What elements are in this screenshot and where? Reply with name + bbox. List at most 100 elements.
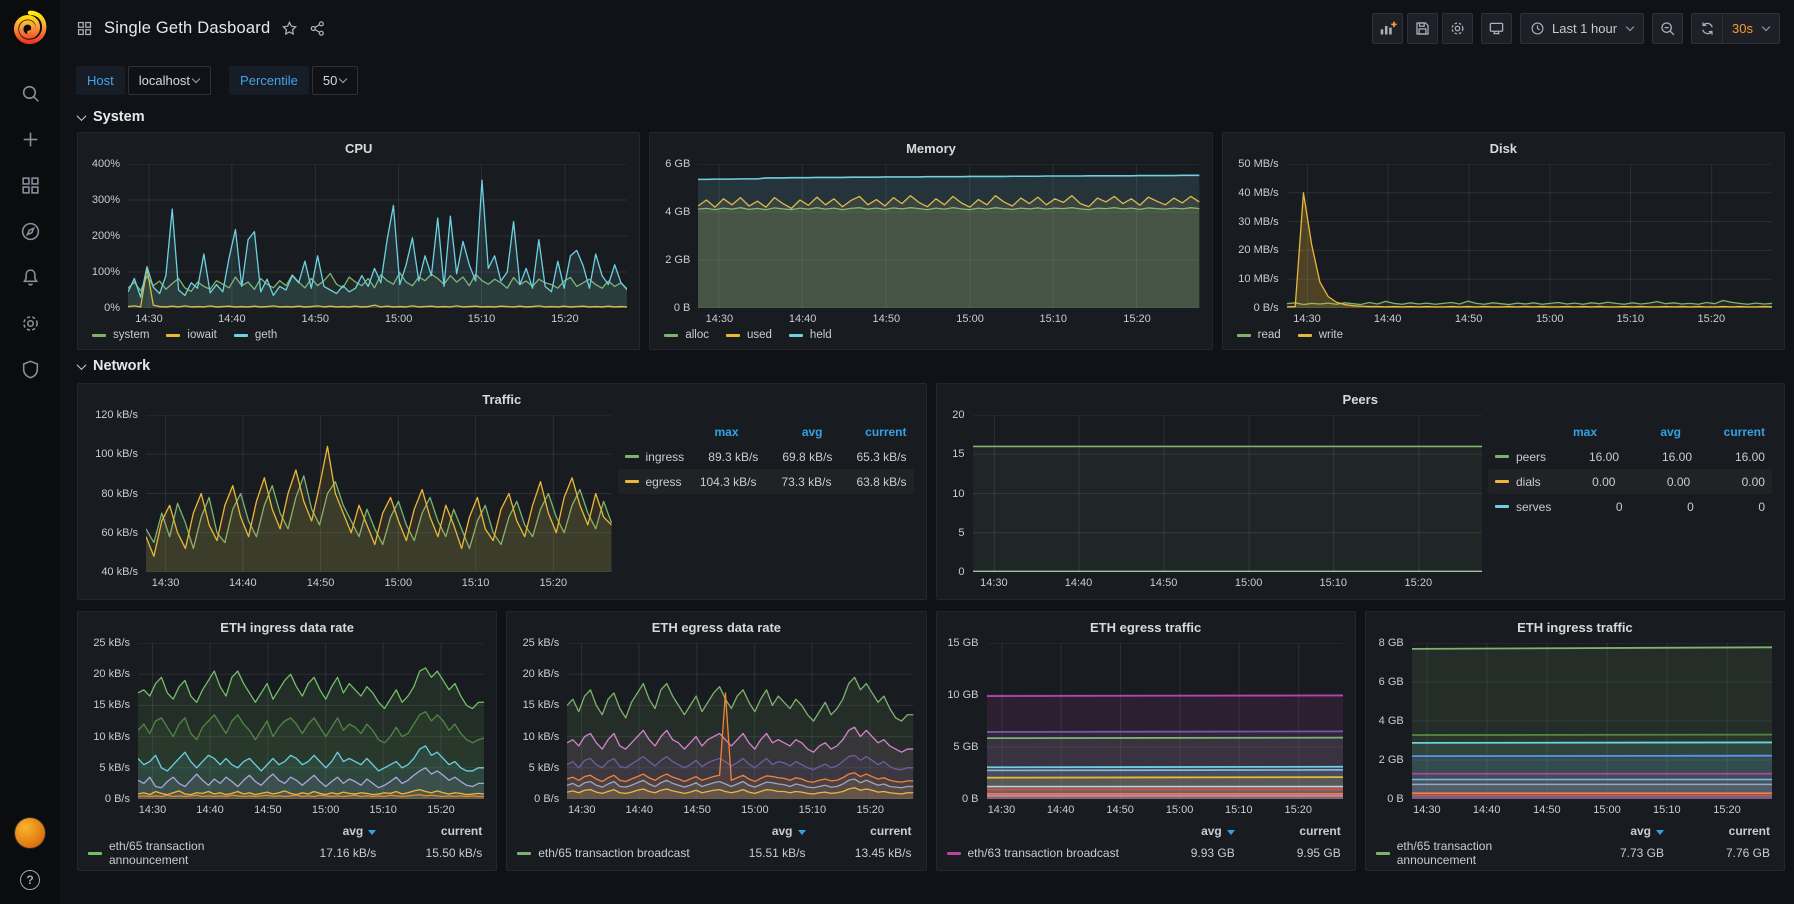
- dashboard-squares-icon[interactable]: [76, 20, 93, 37]
- legend-row: eth/63 transaction broadcast 9.93 GB 9.9…: [947, 842, 1341, 864]
- legend-header-avg[interactable]: avg: [1597, 425, 1681, 439]
- legend-item[interactable]: iowait: [166, 329, 216, 341]
- legend-item[interactable]: read: [1237, 329, 1281, 341]
- time-range-label: Last 1 hour: [1552, 21, 1617, 36]
- tv-kiosk-button[interactable]: [1481, 13, 1512, 44]
- panel-title[interactable]: CPU: [78, 133, 639, 158]
- panel-eth-egress-traffic: ETH egress traffic 0 B5 GB10 GB15 GB14:3…: [936, 611, 1356, 871]
- legend-row-serves: serves 0 0 0: [1488, 494, 1772, 519]
- refresh-interval-dropdown[interactable]: 30s: [1722, 13, 1780, 44]
- sort-caret-icon: [798, 830, 806, 835]
- chevron-down-icon: [339, 75, 347, 83]
- legend-header-current[interactable]: current: [823, 425, 907, 439]
- share-icon[interactable]: [309, 20, 326, 37]
- panel-title[interactable]: Memory: [650, 133, 1211, 158]
- refresh-button[interactable]: [1691, 13, 1722, 44]
- panel-traffic: Traffic 40 kB/s60 kB/s80 kB/s100 kB/s120…: [77, 383, 927, 600]
- legend-row-ingress: ingress 89.3 kB/s 69.8 kB/s 65.3 kB/s: [618, 444, 914, 469]
- sidebar: ?: [0, 0, 60, 904]
- zoom-out-button[interactable]: [1652, 13, 1683, 44]
- time-range-picker[interactable]: Last 1 hour: [1520, 13, 1644, 44]
- traffic-legend: max avg current ingress 89.3 kB/s 69.8 k…: [612, 415, 914, 593]
- chevron-down-icon: [1626, 22, 1634, 30]
- row-header-system[interactable]: System: [77, 101, 1785, 132]
- variable-host-value[interactable]: localhost: [128, 66, 211, 95]
- legend-header-current[interactable]: current: [1235, 824, 1341, 838]
- cpu-chart: 0%100%200%300%400%14:3014:4014:5015:0015…: [86, 164, 627, 308]
- legend-header-avg[interactable]: avg: [739, 425, 823, 439]
- chevron-down-icon: [77, 111, 87, 121]
- panel-title[interactable]: ETH egress traffic: [937, 612, 1355, 637]
- variable-percentile-label[interactable]: Percentile: [229, 66, 309, 95]
- panel-title[interactable]: Peers: [937, 384, 1785, 409]
- variable-percentile-value[interactable]: 50: [312, 66, 358, 95]
- peers-legend: max avg current peers 16.00 16.00 16.00 …: [1482, 415, 1772, 593]
- configuration-gear-icon[interactable]: [20, 313, 41, 334]
- variables-row: Host localhost Percentile 50: [60, 56, 1794, 101]
- panel-title[interactable]: ETH ingress data rate: [78, 612, 496, 637]
- legend-header-avg[interactable]: avg: [700, 824, 806, 838]
- memory-legend: alloc used held: [658, 329, 1199, 343]
- legend-item[interactable]: alloc: [664, 329, 709, 341]
- memory-chart: 0 B2 GB4 GB6 GB14:3014:4014:5015:0015:10…: [658, 164, 1199, 308]
- eth-egress-data-rate-legend: avg current eth/65 transaction broadcast…: [515, 820, 913, 864]
- legend-item[interactable]: held: [789, 329, 832, 341]
- eth-ingress-data-rate-legend: avg current eth/65 transaction announcem…: [86, 820, 484, 864]
- add-panel-button[interactable]: [1372, 13, 1403, 44]
- legend-header-current[interactable]: current: [1681, 425, 1765, 439]
- legend-header-max[interactable]: max: [1513, 425, 1597, 439]
- legend-header-max[interactable]: max: [655, 425, 739, 439]
- help-icon[interactable]: ?: [20, 870, 40, 890]
- traffic-chart: 40 kB/s60 kB/s80 kB/s100 kB/s120 kB/s14:…: [86, 415, 612, 572]
- row-header-network[interactable]: Network: [77, 350, 1785, 381]
- legend-item[interactable]: write: [1298, 329, 1343, 341]
- user-avatar[interactable]: [15, 818, 45, 848]
- legend-header-current[interactable]: current: [376, 824, 482, 838]
- legend-row-peers: peers 16.00 16.00 16.00: [1488, 444, 1772, 469]
- legend-row: eth/65 transaction announcement 17.16 kB…: [88, 842, 482, 864]
- legend-header-avg[interactable]: avg: [270, 824, 376, 838]
- legend-header-avg[interactable]: avg: [1558, 824, 1664, 838]
- panel-eth-ingress-data-rate: ETH ingress data rate 0 B/s5 kB/s10 kB/s…: [77, 611, 497, 871]
- dashboard-title: Single Geth Dasboard: [104, 19, 270, 38]
- panel-title[interactable]: ETH ingress traffic: [1366, 612, 1784, 637]
- panel-eth-egress-data-rate: ETH egress data rate 0 B/s5 kB/s10 kB/s1…: [506, 611, 926, 871]
- eth-ingress-traffic-chart: 0 B2 GB4 GB6 GB8 GB14:3014:4014:5015:001…: [1374, 643, 1772, 799]
- legend-item[interactable]: used: [726, 329, 772, 341]
- create-plus-icon[interactable]: [20, 129, 41, 150]
- legend-row: eth/65 transaction broadcast 15.51 kB/s …: [517, 842, 911, 864]
- legend-item[interactable]: system: [92, 329, 149, 341]
- alerting-bell-icon[interactable]: [20, 267, 41, 288]
- panel-title[interactable]: Traffic: [78, 384, 926, 409]
- legend-row-egress: egress 104.3 kB/s 73.3 kB/s 63.8 kB/s: [618, 469, 914, 494]
- eth-ingress-data-rate-chart: 0 B/s5 kB/s10 kB/s15 kB/s20 kB/s25 kB/s1…: [86, 643, 484, 799]
- sort-caret-icon: [1656, 830, 1664, 835]
- panel-eth-ingress-traffic: ETH ingress traffic 0 B2 GB4 GB6 GB8 GB1…: [1365, 611, 1785, 871]
- star-icon[interactable]: [281, 20, 298, 37]
- panel-title[interactable]: ETH egress data rate: [507, 612, 925, 637]
- variable-host-label[interactable]: Host: [76, 66, 125, 95]
- eth-egress-traffic-chart: 0 B5 GB10 GB15 GB14:3014:4014:5015:0015:…: [945, 643, 1343, 799]
- dashboard-settings-button[interactable]: [1442, 13, 1473, 44]
- legend-header-current[interactable]: current: [806, 824, 912, 838]
- peers-chart: 0510152014:3014:4014:5015:0015:1015:20: [945, 415, 1483, 572]
- legend-header-current[interactable]: current: [1664, 824, 1770, 838]
- explore-compass-icon[interactable]: [20, 221, 41, 242]
- panel-peers: Peers 0510152014:3014:4014:5015:0015:101…: [936, 383, 1786, 600]
- sort-caret-icon: [368, 830, 376, 835]
- dashboards-icon[interactable]: [20, 175, 41, 196]
- legend-item[interactable]: geth: [234, 329, 277, 341]
- sort-caret-icon: [1227, 830, 1235, 835]
- disk-chart: 0 B/s10 MB/s20 MB/s30 MB/s40 MB/s50 MB/s…: [1231, 164, 1772, 308]
- server-admin-shield-icon[interactable]: [20, 359, 41, 380]
- panel-memory: Memory 0 B2 GB4 GB6 GB14:3014:4014:5015:…: [649, 132, 1212, 350]
- disk-legend: read write: [1231, 329, 1772, 343]
- search-icon[interactable]: [20, 83, 41, 104]
- grafana-logo-icon[interactable]: [11, 9, 49, 47]
- panel-title[interactable]: Disk: [1223, 133, 1784, 158]
- legend-header-avg[interactable]: avg: [1129, 824, 1235, 838]
- eth-egress-data-rate-chart: 0 B/s5 kB/s10 kB/s15 kB/s20 kB/s25 kB/s1…: [515, 643, 913, 799]
- eth-ingress-traffic-legend: avg current eth/65 transaction announcem…: [1374, 820, 1772, 864]
- save-dashboard-button[interactable]: [1407, 13, 1438, 44]
- eth-egress-traffic-legend: avg current eth/63 transaction broadcast…: [945, 820, 1343, 864]
